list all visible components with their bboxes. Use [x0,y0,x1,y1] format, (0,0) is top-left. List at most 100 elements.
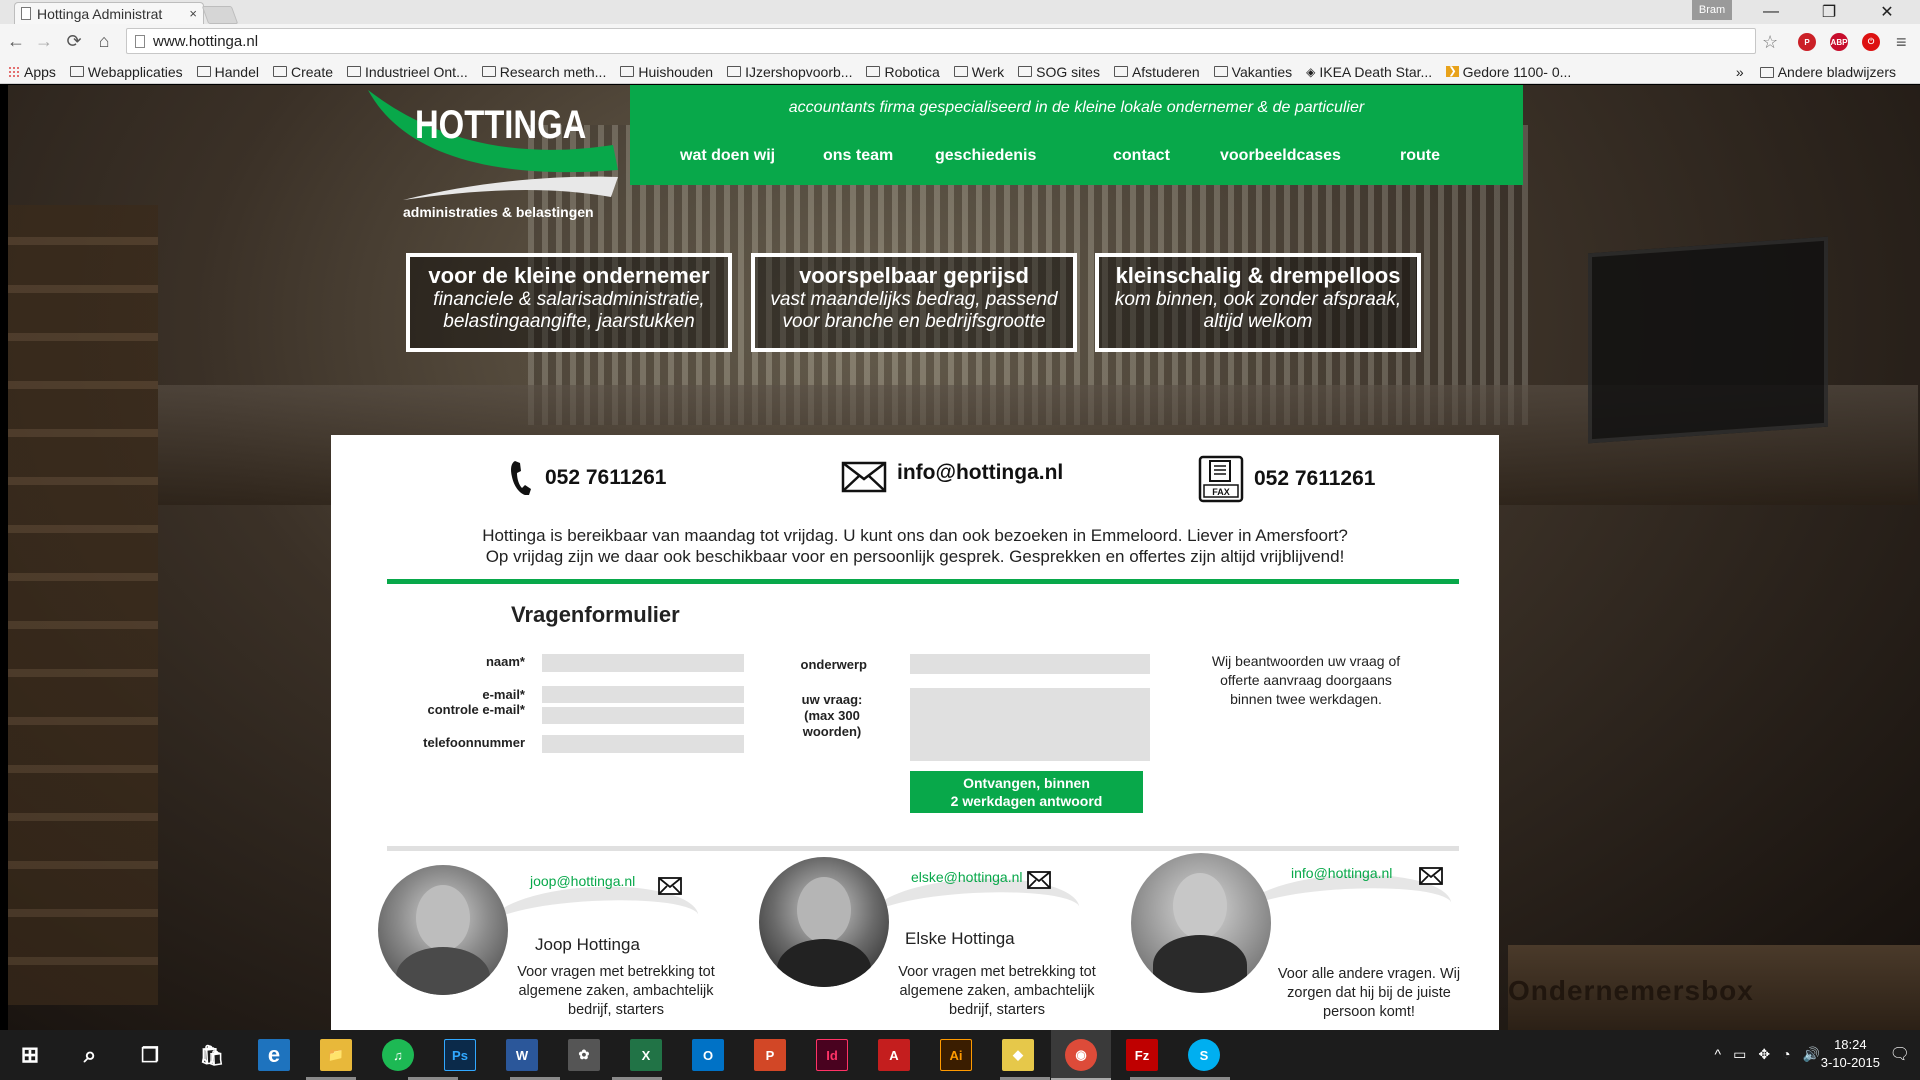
forward-button[interactable]: → [32,29,56,53]
envelope-icon [841,461,887,493]
telefoonnummer-label: telefoonnummer [423,735,525,750]
submit-button[interactable]: Ontvangen, binnen 2 werkdagen antwoord [910,771,1143,813]
outlook-icon[interactable]: O [692,1039,724,1071]
bookmark-folder[interactable]: Afstuderen [1113,64,1200,80]
nav-route[interactable]: route [1400,147,1440,165]
filezilla-icon[interactable]: Fz [1126,1039,1158,1071]
spotify-icon[interactable]: ♫ [382,1039,414,1071]
team-email-link[interactable]: elske@hottinga.nl [911,869,1023,885]
telefoonnummer-input[interactable] [542,735,744,753]
nav-ons-team[interactable]: ons team [823,147,893,165]
app-icon[interactable]: ◆ [1002,1039,1034,1071]
hottinga-logo[interactable]: HOTTINGA administraties & belastingen [363,85,623,230]
controle-email-input[interactable] [542,707,744,724]
wifi-icon[interactable]: ◔ [1782,1046,1790,1063]
profile-button[interactable]: Bram [1692,0,1732,20]
reload-button[interactable]: ⟳ [62,29,86,53]
feature-title: voor de kleine ondernemer [428,263,710,288]
naam-input[interactable] [542,654,744,672]
bookmark-folder[interactable]: Create [272,64,333,80]
new-tab-button[interactable] [201,6,239,24]
feature-title: kleinschalig & drempelloos [1115,263,1401,288]
chrome-icon[interactable]: ◉ [1065,1039,1097,1071]
bookmark-folder[interactable]: Handel [196,64,259,80]
uw-vraag-textarea[interactable] [910,688,1150,761]
feature-box-voorspelbaar[interactable]: voorspelbaar geprijsd vast maandelijks b… [751,253,1077,352]
bookmark-folder[interactable]: Webapplicaties [69,64,183,80]
bookmark-apps[interactable]: Apps [8,64,56,80]
address-bar[interactable]: www.hottinga.nl [126,28,1756,54]
store-icon[interactable]: 🛍 [196,1039,228,1071]
skype-icon[interactable]: S [1188,1039,1220,1071]
minimize-button[interactable]: — [1748,0,1794,24]
bookmark-folder[interactable]: Industrieel Ont... [347,64,468,80]
app-icon[interactable]: ✿ [568,1039,600,1071]
restore-button[interactable]: ❐ [1806,0,1852,24]
browser-tab[interactable]: Hottinga Administrat × [14,2,204,24]
dropbox-icon[interactable]: ✥ [1758,1046,1770,1063]
nav-geschiedenis[interactable]: geschiedenis [935,147,1036,165]
bookmark-folder[interactable]: Robotica [866,64,940,80]
tab-close-icon[interactable]: × [189,6,197,21]
contact-fax[interactable]: FAX 052 7611261 [1198,455,1375,503]
excel-icon[interactable]: X [630,1039,662,1071]
edge-icon[interactable]: e [258,1039,290,1071]
browser-menu-icon[interactable]: ≡ [1896,32,1907,53]
word-icon[interactable]: W [506,1039,538,1071]
close-window-button[interactable]: ✕ [1864,0,1910,24]
team-email-link[interactable]: info@hottinga.nl [1291,865,1392,881]
bookmark-folder[interactable]: SOG sites [1018,64,1100,80]
home-button[interactable]: ⌂ [92,29,116,53]
indesign-icon[interactable]: Id [816,1039,848,1071]
task-view-icon[interactable]: ❐ [134,1039,166,1071]
contact-phone[interactable]: 052 7611261 [509,459,666,497]
envelope-icon[interactable] [658,877,682,895]
clock[interactable]: 18:24 3-10-2015 [1821,1036,1880,1072]
nav-wat-doen-wij[interactable]: wat doen wij [680,147,775,165]
feature-box-kleine-ondernemer[interactable]: voor de kleine ondernemer financiele & s… [406,253,732,352]
url-text[interactable]: www.hottinga.nl [153,33,258,50]
folder-icon [1113,66,1128,77]
bookmark-folder[interactable]: Huishouden [620,64,713,80]
bookmarks-overflow-icon[interactable]: » [1736,64,1744,80]
team-email-link[interactable]: joop@hottinga.nl [530,873,635,889]
team-member-elske: elske@hottinga.nl Elske Hottinga Voor vr… [759,857,1129,1022]
pinterest-extension-icon[interactable]: P [1798,33,1816,51]
avatar [378,865,508,995]
adblock-extension-icon[interactable]: ABP [1830,33,1848,51]
nav-contact[interactable]: contact [1113,147,1170,165]
file-explorer-icon[interactable]: 📁 [320,1039,352,1071]
availability-info: Hottinga is bereikbaar van maandag tot v… [482,526,1348,566]
bookmark-folder[interactable]: Vakanties [1213,64,1292,80]
power-extension-icon[interactable]: ⏻ [1862,33,1880,51]
other-bookmarks[interactable]: Andere bladwijzers [1759,64,1896,80]
nav-voorbeeldcases[interactable]: voorbeeldcases [1220,147,1341,165]
photoshop-icon[interactable]: Ps [444,1039,476,1071]
team-member-name: Elske Hottinga [905,929,1015,948]
illustrator-icon[interactable]: Ai [940,1039,972,1071]
bookmark-folder[interactable]: IJzershopvoorb... [727,64,852,80]
contact-email[interactable]: info@hottinga.nl [841,461,1063,493]
feature-box-kleinschalig[interactable]: kleinschalig & drempelloos kom binnen, o… [1095,253,1421,352]
bookmark-link[interactable]: ❯ Gedore 1100- 0... [1446,64,1571,80]
bookmark-star-icon[interactable]: ☆ [1762,32,1778,53]
notification-icon[interactable]: 🗨 [1890,1044,1910,1064]
team-member-description: Voor vragen met betrekking tot algemene … [898,964,1096,1018]
powerpoint-icon[interactable]: P [754,1039,786,1071]
volume-icon[interactable]: 🔊 [1803,1046,1820,1063]
start-icon[interactable]: ⊞ [14,1039,46,1071]
envelope-icon[interactable] [1419,867,1443,885]
envelope-icon[interactable] [1027,871,1051,889]
feature-text: financiele & salarisadministratie, belas… [433,289,705,332]
back-button[interactable]: ← [4,29,28,53]
tray-overflow-icon[interactable]: ^ [1715,1046,1722,1063]
bookmark-folder[interactable]: Research meth... [481,64,606,80]
search-icon[interactable]: ⌕ [74,1039,106,1071]
onderwerp-input[interactable] [910,654,1150,674]
bookmark-link[interactable]: ◈ IKEA Death Star... [1306,64,1432,80]
folder-icon [272,66,287,77]
email-input[interactable] [542,686,744,703]
acrobat-icon[interactable]: A [878,1039,910,1071]
battery-icon[interactable]: ▭ [1733,1046,1746,1063]
bookmark-folder[interactable]: Werk [953,64,1004,80]
